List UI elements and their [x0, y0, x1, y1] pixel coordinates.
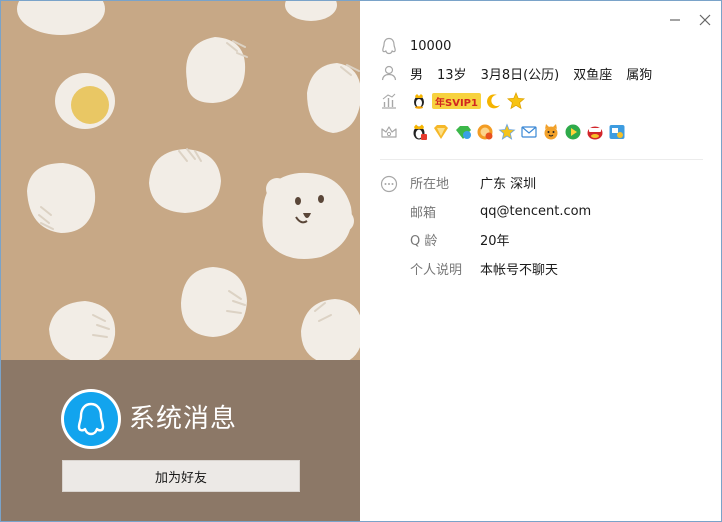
bio-detail: 个人说明 本帐号不聊天 [410, 257, 558, 279]
email-detail: 邮箱 qq@tencent.com [410, 200, 591, 222]
gender: 男 [410, 67, 424, 83]
qq-penguin-crown-icon [410, 92, 428, 110]
display-name: 系统消息 [129, 404, 238, 434]
video-play-icon[interactable] [564, 123, 582, 141]
level-chart-icon [380, 92, 398, 110]
qq-penguin-service-icon[interactable] [410, 123, 428, 141]
pet-icon[interactable] [542, 123, 560, 141]
age: 13岁 [437, 67, 467, 83]
profile-info-panel: 10000 男 13岁 3月8日(公历) 双鱼座 属狗 年SVIP1 所在地 广… [360, 1, 721, 521]
cover-artwork [1, 1, 360, 360]
person-icon [380, 64, 398, 82]
minimize-button[interactable] [666, 11, 684, 29]
moon-icon[interactable] [485, 92, 503, 110]
avatar[interactable] [61, 389, 121, 449]
more-info-icon [380, 175, 398, 193]
crown-outline-icon [380, 123, 398, 141]
add-friend-button[interactable]: 加为好友 [62, 460, 300, 492]
music-badge-icon[interactable] [586, 123, 604, 141]
bio-value: 本帐号不聊天 [480, 262, 559, 278]
bio-label: 个人说明 [410, 262, 463, 278]
qq-penguin-icon [64, 392, 118, 446]
close-button[interactable] [696, 11, 714, 29]
steamed-bun-pattern [1, 1, 360, 360]
orange-badge-icon[interactable] [476, 123, 494, 141]
location-label: 所在地 [410, 176, 450, 192]
qq-outline-icon [380, 37, 398, 55]
profile-header: 系统消息 加为好友 [1, 360, 360, 521]
green-gem-icon[interactable] [454, 123, 472, 141]
yellow-star-icon[interactable] [498, 123, 516, 141]
profile-left-panel: 系统消息 加为好友 [1, 1, 360, 521]
qage-value: 20年 [480, 233, 510, 249]
vip-diamond-icon[interactable] [432, 123, 450, 141]
profile-window: 系统消息 加为好友 10000 男 13岁 3月8日(公历) 双鱼座 属狗 年S… [0, 0, 722, 522]
birthday: 3月8日(公历) [480, 67, 560, 83]
section-divider [380, 159, 703, 160]
svip-badge[interactable]: 年SVIP1 [432, 93, 481, 109]
location-value: 广东 深圳 [480, 176, 537, 192]
qage-detail: Q 龄 20年 [410, 228, 510, 250]
location-detail: 所在地 广东 深圳 [410, 171, 536, 193]
qq-number[interactable]: 10000 [410, 39, 451, 54]
email-label: 邮箱 [410, 205, 437, 221]
qq-space-icon[interactable] [608, 123, 626, 141]
qage-label: Q 龄 [410, 233, 438, 249]
close-icon [699, 14, 711, 26]
star-icon[interactable] [506, 92, 525, 110]
minimize-icon [670, 19, 680, 21]
chinese-zodiac: 属狗 [626, 67, 653, 83]
mail-icon[interactable] [520, 123, 538, 141]
email-value[interactable]: qq@tencent.com [480, 204, 591, 219]
zodiac: 双鱼座 [573, 67, 613, 83]
